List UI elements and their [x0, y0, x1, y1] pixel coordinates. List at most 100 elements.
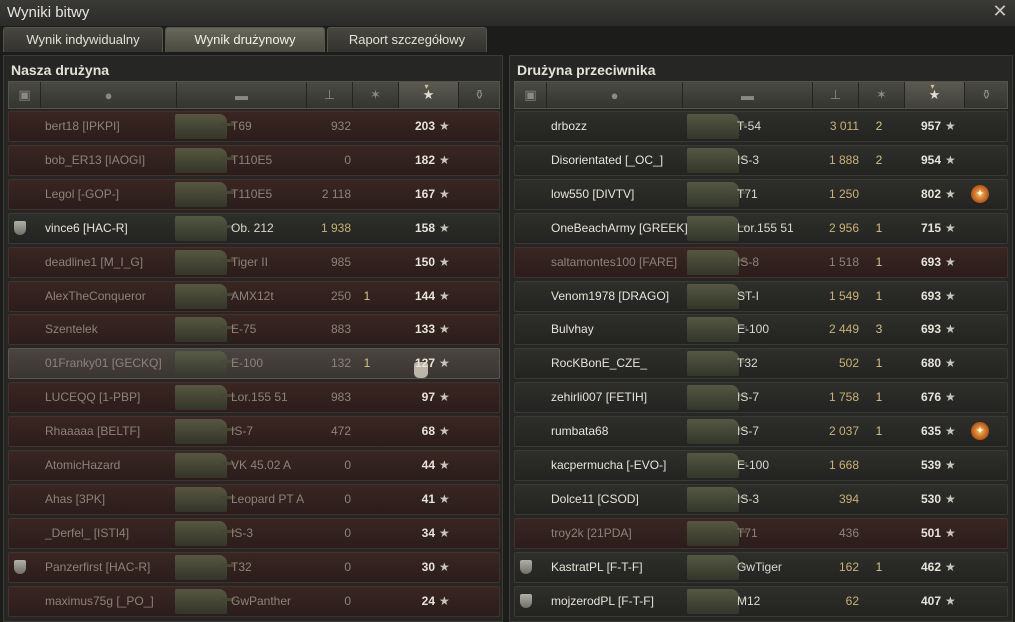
tank-name: AMX12t	[231, 288, 274, 303]
tab-individual[interactable]: Wynik indywidualny	[3, 27, 163, 52]
tank-icon	[175, 554, 235, 580]
tab-team[interactable]: Wynik drużynowy	[165, 27, 325, 52]
tank-name: T71	[737, 525, 758, 540]
kills-value	[357, 451, 377, 480]
tank-column-icon[interactable]: ▬	[177, 82, 307, 108]
kills-column-icon[interactable]: ✶	[859, 82, 905, 108]
player-row[interactable]: RocKBonE_CZE_ T32 502 1 680 ★	[514, 348, 1008, 380]
player-name: drbozz	[551, 119, 588, 133]
tank-icon	[175, 588, 235, 614]
player-row[interactable]: kacpermucha [-EVO-] E-100 1 668 539 ★	[514, 450, 1008, 481]
damage-column-icon[interactable]: ⊥	[813, 82, 859, 108]
player-name: Bulvhay	[551, 322, 594, 337]
tank-icon	[687, 317, 747, 343]
tank-name: M12	[737, 593, 761, 608]
player-row[interactable]: maximus75g [_PO_] GwPanther 0 24 ★	[8, 585, 500, 617]
medal-column-icon[interactable]: ⚱	[459, 82, 501, 108]
player-row[interactable]: bert18 [IPKPI] T69 932 203 ★	[8, 111, 500, 142]
xp-value: 68	[421, 424, 435, 439]
player-row[interactable]: saltamontes100 [FARE] IS-8 1 518 1 693 ★	[514, 246, 1008, 278]
kills-value: 1	[363, 356, 371, 371]
sort-indicator-icon: ▾	[930, 82, 935, 91]
squad-column-icon[interactable]: ▣	[515, 82, 547, 108]
hand-cursor-icon	[414, 362, 428, 378]
player-row[interactable]: Legol [-GOP-] T110E5 2 118 167 ★	[8, 178, 500, 210]
star-icon: ★	[945, 525, 956, 540]
medal-icon: ✦	[971, 422, 989, 441]
damage-value: 1 250	[828, 186, 859, 201]
xp-value: 167	[414, 186, 435, 201]
player-row[interactable]: Disorientated [_OC_] IS-3 1 888 2 954 ★	[514, 144, 1008, 176]
player-row[interactable]: LUCEQQ [1-PBP] Lor.155 51 983 97 ★	[8, 382, 500, 414]
damage-value: 1 888	[828, 152, 859, 167]
tank-icon	[175, 351, 235, 377]
tank-icon	[687, 486, 747, 512]
player-row[interactable]: OneBeachArmy [GREEK] Lor.155 51 2 956 1 715 ★	[514, 212, 1008, 244]
player-row[interactable]: KastratPL [F-T-F] GwTiger 162 1 462 ★	[514, 551, 1008, 583]
star-icon: ★	[439, 491, 450, 506]
player-name: AlexTheConqueror	[45, 288, 146, 303]
tab-detailed-report[interactable]: Raport szczegółowy	[327, 27, 487, 52]
xp-column-icon[interactable]: ★ ▾	[905, 82, 965, 108]
tank-icon	[175, 181, 235, 207]
tank-icon	[175, 147, 235, 173]
player-row[interactable]: _Derfel_ [ISTI4] IS-3 0 34 ★	[8, 517, 500, 549]
star-icon: ★	[945, 220, 956, 235]
damage-value: 3 011	[829, 119, 859, 133]
xp-column-icon[interactable]: ★ ▾	[399, 82, 459, 108]
kills-column-icon[interactable]: ✶	[353, 82, 399, 108]
player-row[interactable]: mojzerodPL [F-T-F] M12 62 407 ★	[514, 585, 1008, 617]
player-row[interactable]: Szentelek E-75 883 133 ★	[8, 314, 500, 346]
xp-value: 693	[920, 288, 941, 303]
tank-column-icon[interactable]: ▬	[683, 82, 813, 108]
damage-column-icon[interactable]: ⊥	[307, 82, 353, 108]
player-name: bert18 [IPKPI]	[45, 119, 120, 133]
star-icon: ★	[439, 593, 450, 608]
player-row[interactable]: Dolce11 [CSOD] IS-3 394 530 ★	[514, 483, 1008, 515]
damage-value: 985	[330, 254, 351, 269]
player-row[interactable]: Venom1978 [DRAGO] ST-I 1 549 1 693 ★	[514, 280, 1008, 312]
kills-value: 1	[875, 288, 883, 303]
damage-value: 0	[344, 593, 351, 608]
player-column-icon[interactable]: ●	[41, 82, 177, 108]
player-row[interactable]: Ahas [3PK] Leopard PT A 0 41 ★	[8, 483, 500, 515]
player-column-icon[interactable]: ●	[547, 82, 683, 108]
damage-value: 1 938	[320, 220, 351, 235]
player-row[interactable]: Bulvhay E-100 2 449 3 693 ★	[514, 314, 1008, 346]
star-icon: ★	[439, 356, 450, 371]
damage-value: 0	[344, 559, 351, 574]
player-row[interactable]: zehirli007 [FETIH] IS-7 1 758 1 676 ★	[514, 382, 1008, 414]
player-row[interactable]: troy2k [21PDA] T71 436 501 ★	[514, 517, 1008, 549]
player-row[interactable]: low550 [DIVTV] T71 1 250 802 ★ ✦	[514, 178, 1008, 210]
player-row[interactable]: drbozz T-54 3 011 2 957 ★	[514, 111, 1008, 142]
player-row[interactable]: Rhaaaaa [BELTF] IS-7 472 68 ★	[8, 416, 500, 448]
player-name: mojzerodPL [F-T-F]	[551, 593, 654, 608]
player-row[interactable]: bob_ER13 [IAOGI] T110E5 0 182 ★	[8, 144, 500, 176]
window-titlebar: Wyniki bitwy ✕	[0, 0, 1015, 26]
kills-value	[869, 451, 889, 480]
tank-name: Lor.155 51	[737, 220, 794, 235]
tank-icon	[687, 283, 747, 309]
player-row[interactable]: vince6 [HAC-R] Ob. 212 1 938 158 ★	[8, 212, 500, 244]
xp-value: 44	[421, 458, 435, 472]
player-row[interactable]: rumbata68 IS-7 2 037 1 635 ★ ✦	[514, 416, 1008, 448]
star-icon: ★	[439, 424, 450, 439]
star-icon: ★	[945, 356, 956, 371]
tank-name: E-100	[737, 458, 770, 472]
player-name: saltamontes100 [FARE]	[551, 254, 678, 269]
player-row[interactable]: AtomicHazard VK 45.02 A 0 44 ★	[8, 450, 500, 481]
tank-icon	[687, 215, 747, 241]
kills-value	[357, 315, 377, 344]
squad-icon	[14, 559, 26, 574]
player-row[interactable]: Panzerfirst [HAC-R] T32 0 30 ★	[8, 551, 500, 583]
player-row[interactable]: AlexTheConqueror AMX12t 250 1 144 ★	[8, 280, 500, 312]
close-icon[interactable]: ✕	[991, 2, 1009, 20]
damage-value: 2 449	[828, 322, 859, 337]
tank-icon	[687, 114, 747, 139]
medal-column-icon[interactable]: ⚱	[965, 82, 1009, 108]
kills-value: 2	[875, 119, 883, 133]
xp-value: 954	[920, 152, 941, 167]
damage-value: 250	[330, 288, 351, 303]
player-row[interactable]: deadline1 [M_I_G] Tiger II 985 150 ★	[8, 246, 500, 278]
squad-column-icon[interactable]: ▣	[9, 82, 41, 108]
